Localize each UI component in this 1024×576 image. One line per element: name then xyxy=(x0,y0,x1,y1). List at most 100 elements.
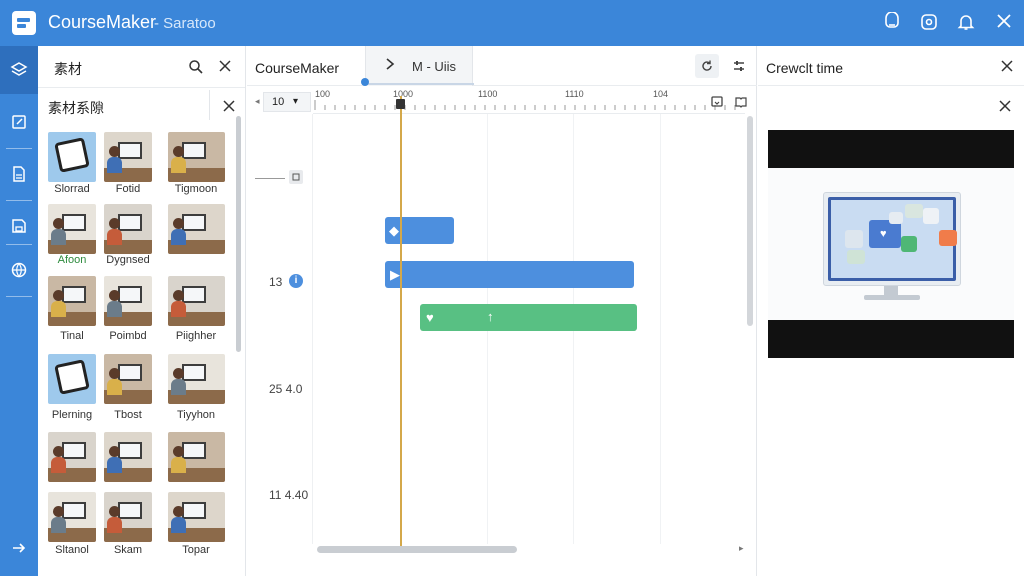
asset-thumbnail[interactable] xyxy=(48,276,96,326)
asset-label: Sltanol xyxy=(55,544,89,556)
info-icon[interactable]: i xyxy=(289,274,303,288)
save-icon[interactable] xyxy=(0,202,38,250)
left-rail xyxy=(0,46,38,576)
zoom-value: 10 xyxy=(272,96,285,108)
close-icon[interactable] xyxy=(998,99,1012,117)
track-lock-icon[interactable] xyxy=(289,170,303,184)
edit-icon[interactable] xyxy=(0,98,38,146)
layers-icon[interactable] xyxy=(0,46,38,94)
asset-thumbnail[interactable] xyxy=(168,276,225,326)
asset-label: Piighher xyxy=(175,330,217,342)
asset-thumbnail[interactable] xyxy=(104,132,152,182)
settings-badge-icon[interactable] xyxy=(918,12,940,34)
globe-icon[interactable] xyxy=(0,246,38,294)
refresh-icon[interactable] xyxy=(695,54,719,78)
asset-thumbnail[interactable] xyxy=(104,276,152,326)
ruler-tick-label: 1100 xyxy=(478,89,498,99)
asset-label: Poimbd xyxy=(109,330,147,342)
timeline-clip[interactable]: ▶ xyxy=(385,261,634,288)
asset-label: Dygnsed xyxy=(106,254,150,266)
sliders-icon[interactable] xyxy=(727,54,751,78)
asset-thumbnail[interactable] xyxy=(168,354,225,404)
asset-thumbnail[interactable] xyxy=(48,132,96,182)
timeline-clip[interactable]: ♥ ↑ xyxy=(420,304,637,331)
play-icon: ▶ xyxy=(390,267,400,282)
timeline-header: CourseMaker M - Uiis xyxy=(247,46,757,86)
ruler-tick-label: 1110 xyxy=(565,89,584,99)
preview-header: Crewclt time xyxy=(758,46,1024,86)
close-icon[interactable] xyxy=(222,99,236,117)
asset-label: Tiyyhon xyxy=(176,409,216,421)
book-icon[interactable] xyxy=(729,90,753,114)
caret-left-icon[interactable]: ◂ xyxy=(255,96,260,107)
clip-marker-icon: ◆ xyxy=(389,223,399,238)
asset-thumbnail[interactable] xyxy=(48,432,96,482)
track-label: 13 xyxy=(269,275,283,289)
asset-label: Skam xyxy=(113,544,143,556)
bell-icon[interactable] xyxy=(955,12,977,34)
app-title: CourseMaker xyxy=(48,12,157,32)
asset-label: Topar xyxy=(182,544,210,556)
asset-thumbnail[interactable] xyxy=(104,204,152,254)
preview-panel: Crewclt time ♥ xyxy=(758,46,1024,576)
assets-panel: 素材 素材系隙 Slorrad Fotid Tigmoon Afoon Dygnsed T… xyxy=(38,46,246,576)
assets-subtitle: 素材系隙 xyxy=(48,100,104,116)
asset-label: Tinal xyxy=(60,330,84,342)
chevron-down-icon: ▾ xyxy=(293,96,299,107)
asset-thumbnail[interactable] xyxy=(48,492,96,542)
close-icon[interactable] xyxy=(1000,59,1014,77)
arrow-up-icon: ↑ xyxy=(487,309,494,324)
timeline-title: CourseMaker xyxy=(255,60,340,76)
asset-label: Plerning xyxy=(51,409,93,421)
chevron-right-icon xyxy=(384,57,396,75)
asset-thumbnail[interactable] xyxy=(48,204,96,254)
asset-thumbnail[interactable] xyxy=(104,432,152,482)
track-label: 25 4.0 xyxy=(269,382,303,396)
chat-icon[interactable] xyxy=(881,11,903,34)
asset-thumbnail[interactable] xyxy=(168,432,225,482)
assets-header: 素材 xyxy=(38,46,245,88)
timeline-clip[interactable]: ◆ xyxy=(385,217,454,244)
export-icon[interactable] xyxy=(0,524,38,572)
track-label: 11 4.40 xyxy=(269,488,309,502)
scroll-right-icon[interactable]: ▸ xyxy=(739,543,744,554)
tab-timeline-label: M - Uiis xyxy=(412,59,457,74)
asset-thumbnail[interactable] xyxy=(104,492,152,542)
asset-thumbnail[interactable] xyxy=(168,132,225,182)
monitor-illustration: ♥ xyxy=(823,192,961,286)
time-ruler[interactable]: 100 1000 1100 1110 104 xyxy=(313,86,745,114)
heart-icon: ♥ xyxy=(880,228,887,240)
search-icon[interactable] xyxy=(188,59,204,79)
assets-scrollbar[interactable] xyxy=(236,116,241,352)
preview-title: Crewclt time xyxy=(766,60,844,76)
timeline-vertical-scrollbar[interactable] xyxy=(747,116,753,326)
playhead-handle[interactable] xyxy=(396,99,405,109)
assets-title: 素材 xyxy=(54,61,82,77)
timeline-panel: CourseMaker M - Uiis 10 ▾ ◂ 100 1000 110… xyxy=(247,46,757,576)
tab-timeline[interactable]: M - Uiis xyxy=(365,46,474,86)
project-name: - Saratoo xyxy=(154,15,216,32)
close-icon[interactable] xyxy=(993,12,1015,34)
asset-label: Tigmoon xyxy=(174,183,218,195)
timeline-horizontal-scrollbar[interactable] xyxy=(317,546,517,553)
playhead[interactable] xyxy=(400,96,402,546)
video-preview[interactable]: ♥ xyxy=(768,130,1014,358)
asset-label: Slorrad xyxy=(54,183,90,195)
ruler-tick-label: 100 xyxy=(315,89,331,99)
asset-thumbnail[interactable] xyxy=(48,354,96,404)
close-icon[interactable] xyxy=(218,59,232,77)
asset-thumbnail[interactable] xyxy=(168,492,225,542)
asset-thumbnail[interactable] xyxy=(104,354,152,404)
document-icon[interactable] xyxy=(0,150,38,198)
heart-icon: ♥ xyxy=(426,310,434,325)
ruler-tick-label: 104 xyxy=(653,89,669,99)
timeline-marker[interactable] xyxy=(361,78,369,86)
asset-label: Afoon xyxy=(57,254,87,266)
title-bar: CourseMaker - Saratoo xyxy=(0,0,1024,46)
asset-thumbnail[interactable] xyxy=(168,204,225,254)
app-logo-icon xyxy=(12,11,36,35)
ruler-tick-label: 1000 xyxy=(393,89,414,99)
zoom-select[interactable]: 10 ▾ xyxy=(263,92,311,112)
track-labels: 13 i 25 4.0 11 4.40 xyxy=(247,114,313,544)
screen-icon[interactable] xyxy=(705,90,729,114)
